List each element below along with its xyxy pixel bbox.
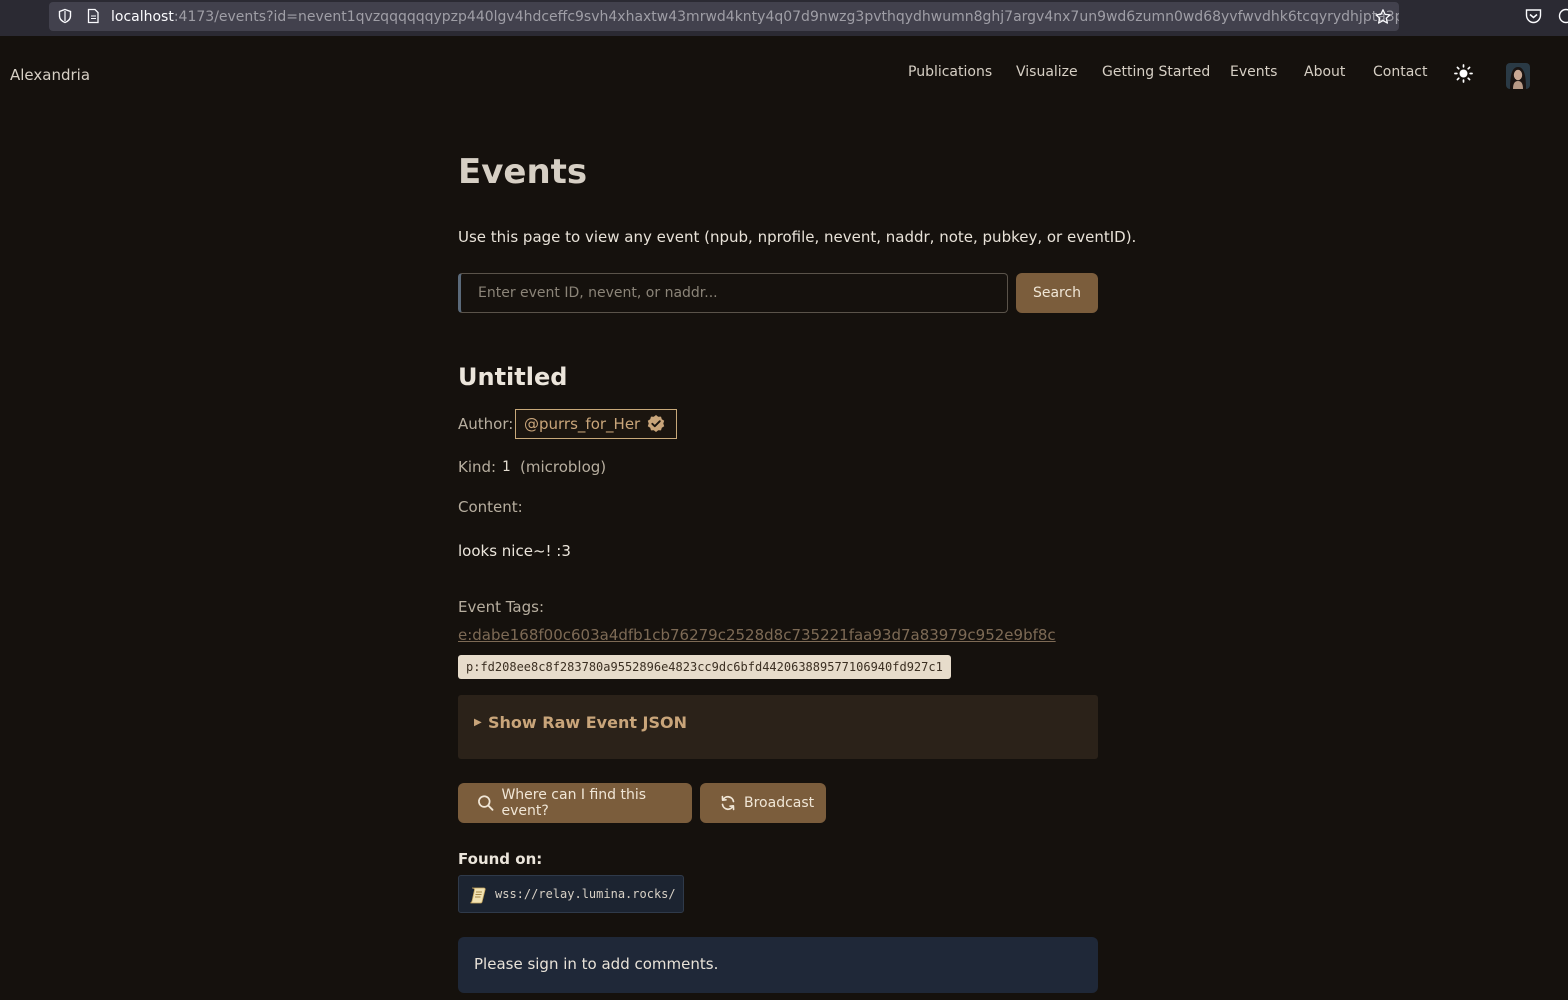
nav-contact[interactable]: Contact xyxy=(1373,64,1427,80)
signin-notice: Please sign in to add comments. xyxy=(458,937,1098,993)
nav-about[interactable]: About xyxy=(1304,64,1345,80)
event-search-input[interactable] xyxy=(458,273,1008,313)
disclosure-triangle-icon: ▶ xyxy=(474,717,482,728)
verified-badge-icon xyxy=(648,415,665,432)
page-icon[interactable] xyxy=(85,8,101,24)
site-brand[interactable]: Alexandria xyxy=(10,66,90,84)
broadcast-button[interactable]: Broadcast xyxy=(700,783,826,823)
kind-label: Kind: xyxy=(458,458,497,476)
content-label: Content: xyxy=(458,498,523,516)
relay-url: wss://relay.lumina.rocks/ xyxy=(495,887,676,901)
user-avatar[interactable] xyxy=(1506,63,1530,89)
page-intro: Use this page to view any event (npub, n… xyxy=(458,228,1137,246)
url-path: :4173/events?id=nevent1qvzqqqqqqypzp440l… xyxy=(173,9,1399,25)
url-text[interactable]: localhost:4173/events?id=nevent1qvzqqqqq… xyxy=(111,8,1399,26)
nav-events[interactable]: Events xyxy=(1230,64,1277,80)
page-title: Events xyxy=(458,152,588,192)
author-handle: @purrs_for_Her xyxy=(524,415,641,433)
event-title: Untitled xyxy=(458,363,568,391)
search-button[interactable]: Search xyxy=(1016,273,1098,313)
where-find-event-button[interactable]: Where can I find this event? xyxy=(458,783,692,823)
pocket-icon[interactable] xyxy=(1525,8,1542,24)
search-icon xyxy=(478,795,494,811)
event-content: looks nice~! :3 xyxy=(458,542,571,560)
found-on-label: Found on: xyxy=(458,850,543,868)
event-tags-label: Event Tags: xyxy=(458,598,545,616)
nav-getting-started[interactable]: Getting Started xyxy=(1102,64,1210,80)
extension-icon[interactable] xyxy=(1558,8,1568,24)
broadcast-label: Broadcast xyxy=(744,795,815,811)
relay-chip[interactable]: wss://relay.lumina.rocks/ xyxy=(458,875,684,913)
nav-visualize[interactable]: Visualize xyxy=(1016,64,1078,80)
event-tag-p: p:fd208ee8c8f283780a9552896e4823cc9dc6bf… xyxy=(458,655,951,679)
show-raw-json-label: Show Raw Event JSON xyxy=(488,713,688,732)
bookmark-star-icon[interactable] xyxy=(1374,8,1392,26)
avatar-image xyxy=(1506,63,1530,89)
sun-icon[interactable] xyxy=(1454,64,1473,83)
signin-message: Please sign in to add comments. xyxy=(474,955,719,973)
scroll-icon xyxy=(470,887,486,904)
url-host: localhost xyxy=(111,9,174,25)
address-bar[interactable]: localhost:4173/events?id=nevent1qvzqqqqq… xyxy=(49,2,1399,31)
nav-publications[interactable]: Publications xyxy=(908,64,992,80)
kind-number: 1 xyxy=(502,459,511,475)
kind-name: (microblog) xyxy=(520,458,607,476)
author-chip[interactable]: @purrs_for_Her xyxy=(515,409,678,439)
author-label: Author: xyxy=(458,415,514,433)
show-raw-json-toggle[interactable]: ▶ Show Raw Event JSON xyxy=(458,695,1098,759)
where-find-event-label: Where can I find this event? xyxy=(501,787,647,819)
refresh-icon xyxy=(721,795,735,811)
shield-icon[interactable] xyxy=(57,8,73,24)
browser-toolbar: localhost:4173/events?id=nevent1qvzqqqqq… xyxy=(0,0,1568,36)
event-tag-e-link[interactable]: e:dabe168f00c603a4dfb1cb76279c2528d8c735… xyxy=(458,626,1056,644)
